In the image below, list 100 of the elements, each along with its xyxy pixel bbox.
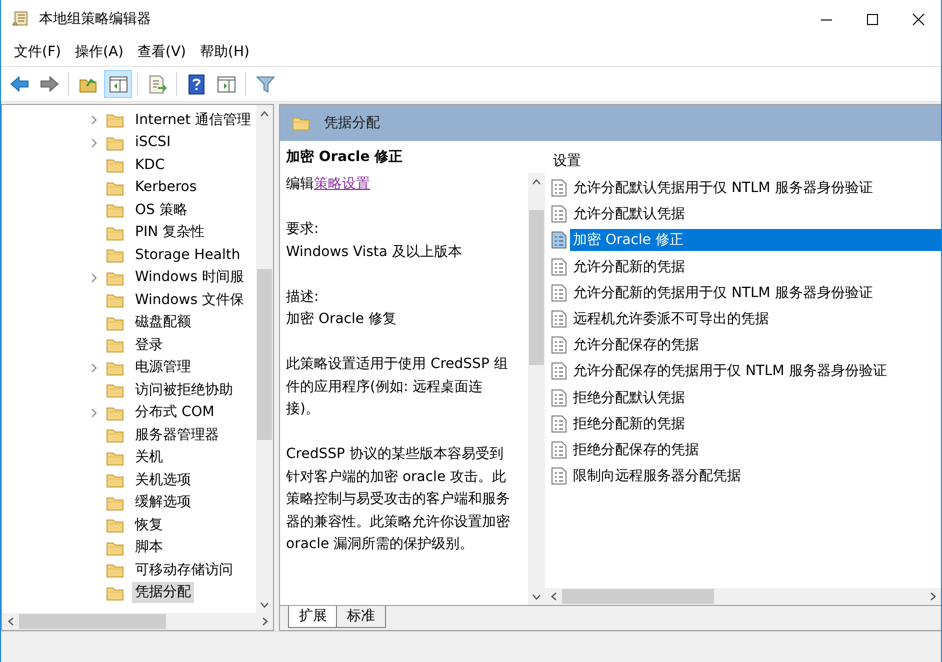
- policy-icon: [551, 179, 567, 198]
- policy-icon: [551, 440, 567, 459]
- scrollbar-thumb[interactable]: [562, 589, 714, 604]
- policy-icon: [551, 336, 567, 354]
- tree-item[interactable]: 脚本: [132, 537, 166, 558]
- description-text: 加密 Oracle 修复: [286, 310, 398, 329]
- scroll-down-icon[interactable]: [260, 602, 269, 608]
- close-icon[interactable]: [910, 12, 926, 26]
- policy-icon: [551, 388, 567, 407]
- tree-item[interactable]: KDC: [132, 156, 168, 175]
- tree-item[interactable]: 可移动存储访问: [132, 560, 236, 581]
- policy-item[interactable]: 允许分配保存的凭据: [570, 334, 941, 356]
- tree-item[interactable]: 分布式 COM: [132, 402, 218, 424]
- tree-item[interactable]: Kerberos: [132, 178, 200, 198]
- policy-icon: [551, 205, 567, 224]
- policy-icon: [551, 467, 567, 486]
- folder-icon: [106, 180, 124, 196]
- expand-chevron-icon[interactable]: [91, 115, 97, 126]
- policy-icon: [551, 310, 567, 328]
- tree-item[interactable]: iSCSI: [132, 133, 174, 152]
- policy-item[interactable]: 限制向远程服务器分配凭据: [570, 465, 941, 488]
- tab[interactable]: 扩展: [288, 606, 338, 628]
- folder-icon: [106, 540, 124, 556]
- tree-item[interactable]: 关机: [132, 447, 166, 468]
- policy-item[interactable]: 拒绝分配保存的凭据: [570, 438, 941, 461]
- folder-icon: [106, 270, 124, 286]
- folder-icon: [106, 382, 124, 398]
- policy-item[interactable]: 允许分配新的凭据: [570, 256, 941, 278]
- folder-icon: [106, 337, 124, 354]
- folder-icon: [106, 584, 124, 601]
- menu-item[interactable]: 文件(F): [7, 41, 68, 63]
- policy-title: 加密 Oracle 修正: [286, 148, 403, 166]
- tree-item[interactable]: 凭据分配: [132, 582, 194, 604]
- policy-item[interactable]: 允许分配新的凭据用于仅 NTLM 服务器身份验证: [570, 282, 941, 304]
- policy-icon: [551, 362, 567, 380]
- expand-chevron-icon[interactable]: [91, 362, 97, 373]
- policy-item[interactable]: 允许分配默认凭据用于仅 NTLM 服务器身份验证: [570, 177, 941, 200]
- tree-item[interactable]: 访问被拒绝协助: [132, 380, 236, 401]
- folder-icon: [106, 562, 124, 578]
- folder-icon: [106, 247, 124, 264]
- scrollbar-thumb[interactable]: [257, 268, 272, 440]
- description-text: 要求:: [286, 220, 320, 239]
- description-text: CredSSP 协议的某些版本容易受到针对客户端的加密 oracle 攻击。此策略控制与易受攻击的客户端和服务器的兼容性。此策略允许你设置加密 oracle 漏洞所需的保护级别。: [286, 445, 511, 554]
- description-text: 此策略设置适用于使用 CredSSP 组件的应用程序(例如: 远程桌面连接)。: [286, 355, 509, 419]
- scroll-right-icon[interactable]: [930, 592, 936, 601]
- scrollbar-thumb[interactable]: [529, 210, 544, 366]
- tree-item[interactable]: OS 策略: [132, 200, 190, 221]
- tree-item[interactable]: 登录: [132, 334, 166, 356]
- maximize-icon[interactable]: [864, 12, 880, 26]
- policy-item[interactable]: 加密 Oracle 修正: [570, 229, 941, 252]
- folder-icon: [106, 360, 124, 376]
- policy-icon: [551, 284, 567, 302]
- column-header[interactable]: 设置: [545, 147, 941, 175]
- tree-item[interactable]: 关机选项: [132, 470, 194, 491]
- scroll-down-icon[interactable]: [532, 594, 541, 600]
- folder-icon: [106, 450, 124, 466]
- folder-icon: [106, 224, 124, 241]
- policy-icon: [551, 414, 567, 433]
- tree-item[interactable]: 恢复: [132, 514, 166, 536]
- scroll-left-icon[interactable]: [550, 592, 556, 601]
- expand-chevron-icon[interactable]: [91, 272, 97, 283]
- tree-item[interactable]: 服务器管理器: [132, 424, 222, 446]
- tree-item[interactable]: Windows 文件保: [132, 290, 247, 311]
- scroll-left-icon[interactable]: [8, 617, 14, 626]
- scrollbar-thumb[interactable]: [19, 614, 166, 629]
- expand-chevron-icon[interactable]: [91, 138, 97, 148]
- policy-item[interactable]: 允许分配保存的凭据用于仅 NTLM 服务器身份验证: [570, 360, 941, 382]
- folder-icon: [292, 115, 310, 131]
- tree-item[interactable]: Windows 时间服: [132, 267, 247, 288]
- folder-icon: [106, 472, 124, 488]
- menu-item[interactable]: 查看(V): [130, 41, 194, 63]
- scroll-up-icon[interactable]: [260, 110, 269, 116]
- policy-icon: [551, 231, 567, 250]
- folder-icon: [106, 292, 124, 308]
- description-text: Windows Vista 及以上版本: [286, 242, 463, 262]
- folder-icon: [106, 157, 124, 174]
- policy-item[interactable]: 拒绝分配新的凭据: [570, 412, 941, 435]
- tree-item[interactable]: Internet 通信管理: [132, 110, 254, 131]
- edit-label: 编辑: [286, 176, 314, 192]
- tree-item[interactable]: PIN 复杂性: [132, 222, 208, 244]
- menu-item[interactable]: 帮助(H): [193, 41, 256, 63]
- tree-item[interactable]: 电源管理: [132, 357, 194, 378]
- tab[interactable]: 标准: [336, 606, 386, 628]
- expand-chevron-icon[interactable]: [91, 408, 97, 418]
- description-text: 描述:: [286, 288, 320, 306]
- folder-icon: [106, 134, 124, 151]
- policy-item[interactable]: 拒绝分配默认凭据: [570, 386, 941, 409]
- policy-icon: [551, 258, 567, 276]
- menu-item[interactable]: 操作(A): [68, 41, 130, 63]
- folder-icon: [106, 517, 124, 534]
- pane-title: 凭据分配: [324, 114, 380, 132]
- folder-icon: [106, 112, 124, 128]
- tree-item[interactable]: 磁盘配额: [132, 312, 194, 334]
- tree-item[interactable]: Storage Health: [132, 246, 244, 265]
- policy-item[interactable]: 远程机允许委派不可导出的凭据: [570, 308, 941, 330]
- scroll-up-icon[interactable]: [532, 178, 541, 184]
- scroll-right-icon[interactable]: [262, 617, 268, 626]
- tree-item[interactable]: 缓解选项: [132, 492, 194, 514]
- policy-settings-link[interactable]: 策略设置: [314, 176, 370, 192]
- policy-item[interactable]: 允许分配默认凭据: [570, 203, 941, 226]
